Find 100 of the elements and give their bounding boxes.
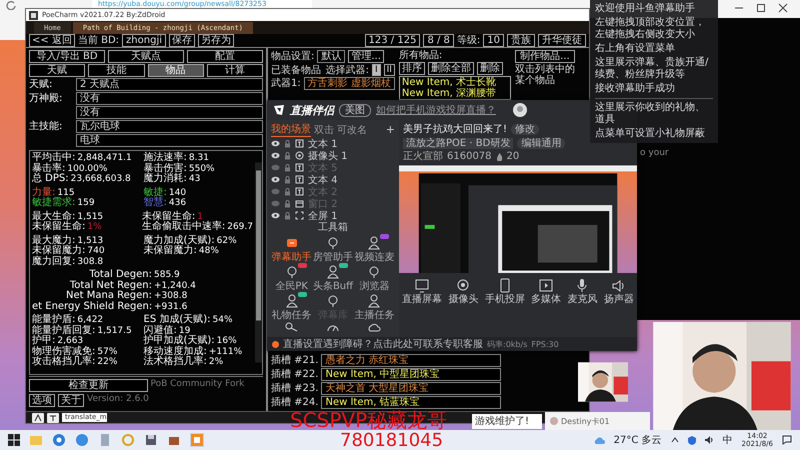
stat-label: 移动速度加成: (144, 346, 207, 356)
shield-icon[interactable] (688, 436, 696, 444)
ascendancy-dropdown[interactable]: 升华使徒 (538, 34, 586, 47)
tool-button[interactable]: 全民PK (271, 264, 312, 292)
about-button[interactable]: 关于 (58, 394, 84, 407)
socket-dropdown[interactable]: 天神之首 大型星团珠宝 (321, 382, 501, 395)
weapon-set-toggle[interactable]: I (372, 64, 381, 76)
maximize-icon[interactable] (756, 3, 766, 13)
eye-icon[interactable] (271, 212, 280, 219)
dropdown[interactable]: 没有 (76, 106, 263, 119)
scene-tab[interactable]: 可改名 (337, 122, 367, 136)
control-button[interactable]: 手机投屏 (484, 278, 525, 305)
notice-link[interactable]: 直播设置遇到障碍？点击此处可联系专职客服 (283, 337, 483, 351)
screen-layer-icon (295, 211, 304, 220)
item-set-dropdown[interactable]: 默认 (317, 50, 346, 63)
control-button[interactable]: 直播屏幕 (402, 278, 442, 305)
socket-label: 插槽 #23. (271, 383, 318, 394)
level-label: 等级: (456, 35, 480, 46)
tool-button[interactable]: 头条Buff (312, 264, 354, 292)
scene-tab[interactable]: 双击 (314, 122, 334, 136)
tutorial-button[interactable]: 美图 (339, 104, 371, 116)
reload-icon[interactable] (6, 0, 16, 10)
tool-button[interactable]: 视频连麦 (354, 235, 395, 263)
class-dropdown[interactable]: 贵族 (507, 34, 535, 47)
tool-icon (366, 235, 382, 251)
scene-tab[interactable]: 我的场景 (271, 122, 311, 137)
add-button[interactable]: + (386, 124, 395, 135)
tool-button[interactable]: 礼物任务 (271, 293, 312, 321)
category-button[interactable]: 编辑通用 (517, 138, 566, 149)
update-button[interactable]: 检查更新 (29, 379, 148, 392)
layer-item[interactable]: 文本 4 (271, 174, 395, 185)
socket-dropdown[interactable]: 愚者之力 赤红珠宝 (321, 354, 501, 367)
stat-value: 19 (178, 326, 190, 336)
craft-button[interactable]: 制作物品... (514, 50, 575, 63)
socket-dropdown[interactable]: New Item, 钴蓝珠宝 (321, 396, 501, 409)
close-icon[interactable] (778, 3, 788, 13)
app-icon (29, 10, 38, 20)
weapon-set-toggle[interactable]: II (384, 64, 395, 76)
socket-dropdown[interactable]: New Item, 中型星团珠宝 (321, 368, 501, 381)
build-name-field[interactable]: zhongji (122, 34, 166, 47)
chevron-up-icon[interactable] (670, 437, 679, 443)
control-button[interactable]: 摄像头 (448, 278, 478, 305)
action-button[interactable]: 导入/导出 BD (29, 50, 105, 63)
weather-text[interactable]: 27°C 多云 (614, 433, 662, 447)
layer-item[interactable]: 全屏 1 (271, 210, 395, 221)
save-as-button[interactable]: 另存为 (198, 34, 234, 47)
section-tab[interactable]: 物品 (148, 64, 204, 77)
action-button[interactable]: 配置 (187, 50, 263, 63)
section-tab[interactable]: 天赋 (29, 64, 86, 77)
lock-icon[interactable] (284, 164, 291, 172)
windows-start-icon[interactable] (8, 434, 20, 446)
list-item[interactable]: New Item, 术士长靴 (402, 77, 508, 88)
list-item[interactable]: New Item, 深渊腰带 (402, 88, 508, 99)
weapon-dropdown[interactable]: 方舌刺影 虚影烟杖 (304, 77, 395, 90)
lock-icon[interactable] (284, 212, 291, 220)
notification-icon[interactable] (782, 435, 792, 445)
tool-button[interactable]: 主播任务 (354, 293, 395, 321)
eye-icon[interactable] (271, 140, 280, 147)
list-button[interactable]: 删除 (476, 62, 503, 75)
section-tab[interactable]: 技能 (88, 64, 144, 77)
tool-button[interactable]: 浏览器 (354, 264, 395, 292)
stat-value: 585.9 (154, 270, 180, 280)
stat-value: 100.00% (67, 164, 108, 174)
manage-button[interactable]: 管理... (348, 50, 384, 63)
dropdown[interactable]: 没有 (76, 92, 263, 105)
tool-button[interactable]: 弹幕助手 (271, 235, 312, 263)
dropdown[interactable]: 电球 (76, 134, 263, 147)
action-button[interactable]: 天赋点 (108, 50, 184, 63)
speaker-icon[interactable] (704, 436, 714, 444)
list-button[interactable]: 删除全部 (428, 62, 474, 75)
lock-icon[interactable] (284, 188, 291, 196)
input-method-indicator[interactable]: 中 (722, 433, 733, 447)
layer-item[interactable]: 摄像头 1 (271, 150, 395, 161)
eye-icon[interactable] (271, 176, 280, 183)
section-tab[interactable]: 计算 (206, 64, 263, 77)
layer-item[interactable]: 文本 1 (271, 138, 395, 149)
cloud-icon[interactable] (367, 322, 382, 332)
save-button[interactable]: 保存 (169, 34, 195, 47)
tool-button[interactable]: 房管助手 (312, 235, 354, 263)
eye-icon[interactable] (271, 152, 280, 159)
back-button[interactable]: << 返回 (29, 34, 75, 47)
edit-button[interactable]: 修改 (511, 124, 540, 134)
level-field[interactable]: 10 (483, 34, 504, 47)
dropdown[interactable]: 瓦尔电球 (76, 120, 263, 133)
socket-label: 插槽 #22. (271, 369, 318, 380)
avatar[interactable] (513, 103, 527, 117)
lock-icon[interactable] (284, 152, 291, 160)
dropdown[interactable]: 2 天赋点 (76, 78, 263, 91)
control-button[interactable]: 多媒体 (531, 278, 562, 305)
options-button[interactable]: 选项 (29, 394, 55, 407)
lock-icon[interactable] (284, 140, 291, 148)
help-link[interactable]: 如何把手机游戏投屏直播？ (376, 103, 496, 117)
lock-icon[interactable] (284, 176, 291, 184)
stat-value: 16% (216, 336, 237, 346)
control-button[interactable]: 扬声器 (604, 278, 634, 305)
lock-icon[interactable] (284, 200, 291, 208)
list-button[interactable]: 排序 (398, 62, 425, 75)
category-field[interactable]: 流放之路POE · BD研发 (403, 138, 514, 149)
stat-label: 暴击伤害: (144, 164, 187, 174)
control-button[interactable]: 麦克风 (567, 278, 598, 305)
